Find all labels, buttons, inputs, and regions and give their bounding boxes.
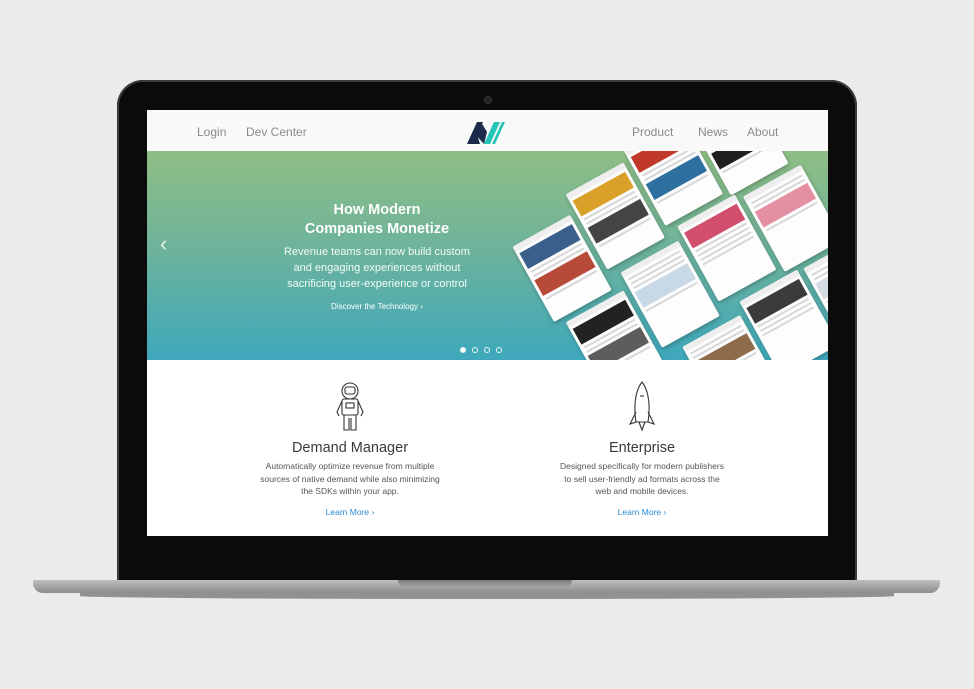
feature-description-line: to sell user-friendly ad formats across … <box>564 473 720 484</box>
nav-login[interactable]: Login <box>197 125 226 139</box>
rocket-icon <box>628 381 656 432</box>
hero-subtitle-line: and engaging experiences without <box>293 262 461 274</box>
carousel-indicators <box>460 347 508 353</box>
feature-title: Enterprise <box>608 440 676 456</box>
hero-subtitle: Revenue teams can now build custom and e… <box>267 244 487 292</box>
carousel-dot[interactable] <box>460 347 466 353</box>
feature-description-line: web and mobile devices. <box>595 486 689 496</box>
feature-title: Demand Manager <box>291 440 409 456</box>
laptop-notch <box>398 580 572 587</box>
logo-icon[interactable] <box>467 122 505 144</box>
astronaut-icon <box>336 382 364 431</box>
hero-title-line: How Modern <box>333 202 421 218</box>
learn-more-link[interactable]: Learn More › <box>512 507 772 517</box>
camera-icon <box>484 96 492 104</box>
hero-subtitle-line: Revenue teams can now build custom <box>284 246 470 258</box>
navbar: Login Dev Center Product News About <box>147 110 828 152</box>
laptop-shadow <box>80 593 894 599</box>
feature-description-line: the SDKs within your app. <box>301 486 399 496</box>
carousel-dot[interactable] <box>496 347 502 353</box>
feature-demand-manager: Demand Manager Automatically optimize re… <box>220 360 480 536</box>
feature-description-line: sources of native demand while also mini… <box>260 473 440 484</box>
feature-description-line: Automatically optimize revenue from mult… <box>265 461 435 471</box>
carousel-dot[interactable] <box>484 347 490 353</box>
feature-description-line: Designed specifically for modern publish… <box>560 461 724 471</box>
carousel-dot[interactable] <box>472 347 478 353</box>
feature-description: Automatically optimize revenue from mult… <box>242 460 458 498</box>
website-screen: Login Dev Center Product News About ‹ Ho… <box>147 110 828 536</box>
nav-dev-center[interactable]: Dev Center <box>246 125 307 139</box>
publisher-screenshots-collage <box>503 151 828 360</box>
feature-description: Designed specifically for modern publish… <box>534 460 750 498</box>
feature-enterprise: Enterprise Designed specifically for mod… <box>512 360 772 536</box>
nav-news[interactable]: News <box>698 125 728 139</box>
learn-more-link[interactable]: Learn More › <box>220 507 480 517</box>
hero-carousel: ‹ How Modern Companies Monetize Revenue … <box>147 151 828 360</box>
hero-subtitle-line: sacrificing user-experience or control <box>287 278 467 290</box>
carousel-prev-icon[interactable]: ‹ <box>160 233 167 255</box>
hero-title-line: Companies Monetize <box>304 221 450 237</box>
nav-product[interactable]: Product <box>632 125 673 139</box>
nav-about[interactable]: About <box>747 125 778 139</box>
discover-technology-link[interactable]: Discover the Technology › <box>267 302 487 311</box>
hero-title: How Modern Companies Monetize <box>267 201 487 239</box>
